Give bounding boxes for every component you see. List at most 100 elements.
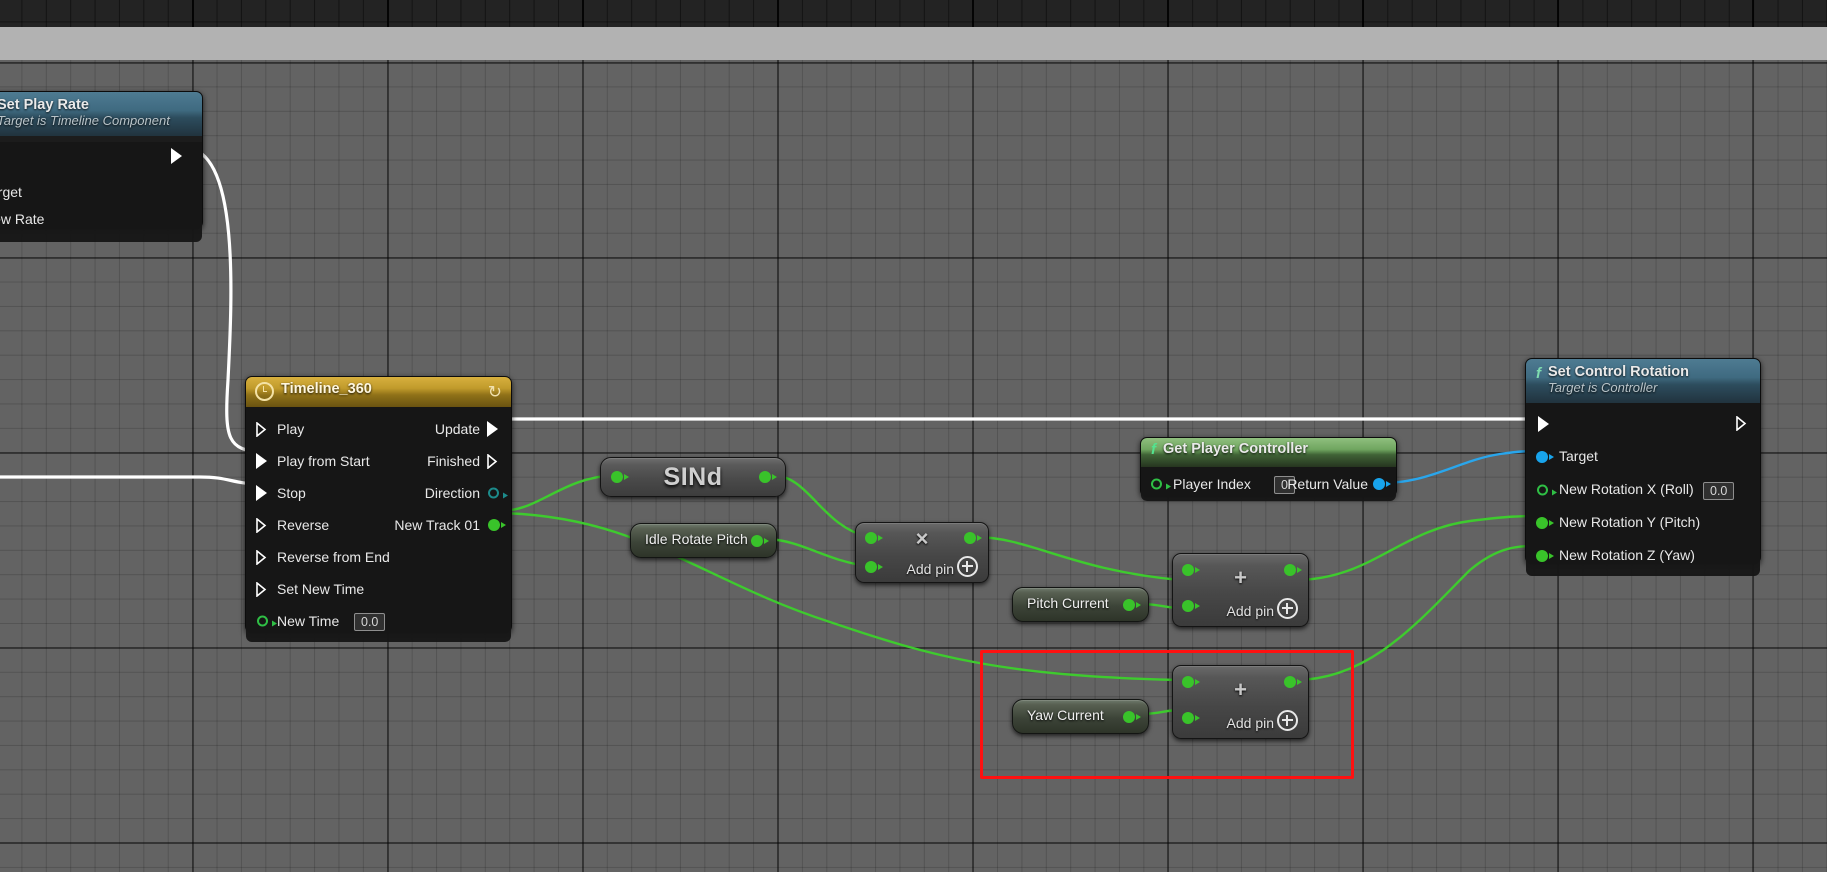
node-header[interactable]: Timeline_360 ↻ <box>246 377 511 407</box>
variable-name-label: Pitch Current <box>1027 595 1109 611</box>
pin-label: New Rotation X (Roll) <box>1559 481 1694 497</box>
exec-input-pin-set-new-time[interactable] <box>256 582 267 598</box>
exec-input-pin-reverse[interactable] <box>256 518 267 534</box>
node-sin-d[interactable]: SINd <box>600 457 786 497</box>
row-pitch: New Rotation Y (Pitch) <box>1526 506 1760 539</box>
add-pitch-output-pin[interactable] <box>1284 564 1302 576</box>
pin-label: Play <box>277 421 305 437</box>
add-pin-label[interactable]: Add pin <box>1227 603 1274 619</box>
idle-rotate-pitch-output-pin[interactable] <box>751 534 769 547</box>
variable-name-label: Yaw Current <box>1027 707 1104 723</box>
new-time-input-pin[interactable] <box>257 615 277 627</box>
node-subtitle: Target is Controller <box>1548 380 1658 395</box>
blueprint-graph-canvas[interactable]: f Set Play Rate Target is Timeline Compo… <box>0 0 1827 872</box>
exec-input-pin[interactable] <box>1538 416 1549 432</box>
multiply-input-b-pin[interactable] <box>865 561 883 573</box>
target-input-pin[interactable] <box>1536 450 1554 463</box>
add-pin-plus-icon[interactable] <box>1277 710 1298 731</box>
add-pin-label[interactable]: Add pin <box>1227 715 1274 731</box>
node-header: f Set Control Rotation Target is Control… <box>1526 359 1760 403</box>
node-add-yaw[interactable]: + Add pin <box>1172 665 1309 739</box>
multiply-output-pin[interactable] <box>964 532 982 544</box>
pin-label: New Time <box>277 613 340 629</box>
loop-icon[interactable]: ↻ <box>488 384 502 401</box>
node-body: Player Index 0 Return Value <box>1141 467 1396 501</box>
row-stop: Stop Direction <box>246 477 511 509</box>
pin-label: Set New Time <box>277 581 365 597</box>
return-value-output-pin[interactable] <box>1373 478 1391 490</box>
exec-input-pin-stop[interactable] <box>256 485 267 501</box>
pin-label: New Track 01 <box>394 517 480 533</box>
function-f-icon: f <box>1536 365 1541 382</box>
variable-name-label: Idle Rotate Pitch <box>645 531 748 547</box>
row-target: Target <box>0 179 202 206</box>
node-body: Target New Rotation X (Roll) 0.0 New Rot… <box>1526 403 1760 576</box>
new-rotation-roll-input-pin[interactable] <box>1537 484 1557 495</box>
pin-label: Target <box>1559 448 1598 464</box>
new-rotation-yaw-input-pin[interactable] <box>1536 549 1554 562</box>
node-yaw-current[interactable]: Yaw Current <box>1012 699 1149 734</box>
row-player-index: Player Index 0 Return Value <box>1141 467 1396 501</box>
node-header: f Get Player Controller <box>1141 438 1396 467</box>
add-pin-plus-icon[interactable] <box>1277 598 1298 619</box>
pitch-current-output-pin[interactable] <box>1123 598 1141 611</box>
node-multiply[interactable]: × Add pin <box>855 522 989 583</box>
exec-output-pin[interactable] <box>1736 416 1747 432</box>
node-get-player-controller[interactable]: f Get Player Controller Player Index 0 R… <box>1140 437 1397 501</box>
pin-label: Reverse from End <box>277 549 390 565</box>
pin-label: Reverse <box>277 517 330 533</box>
node-pitch-current[interactable]: Pitch Current <box>1012 587 1149 622</box>
node-header: f Set Play Rate Target is Timeline Compo… <box>0 92 202 136</box>
function-f-icon: f <box>1151 441 1156 458</box>
pin-label: Return Value <box>1287 476 1368 492</box>
pin-label: New Rate <box>0 211 45 227</box>
pin-label: Update <box>434 421 480 437</box>
exec-output-pin-update[interactable] <box>487 421 498 437</box>
add-pin-plus-icon[interactable] <box>957 556 978 577</box>
node-add-pitch[interactable]: + Add pin <box>1172 553 1309 627</box>
sin-output-pin[interactable] <box>759 471 777 483</box>
add-pin-label[interactable]: Add pin <box>907 561 954 577</box>
node-title: Set Play Rate <box>0 97 89 113</box>
add-pitch-input-b-pin[interactable] <box>1182 600 1200 612</box>
node-timeline-360[interactable]: Timeline_360 ↻ Play Update Play from Sta… <box>245 376 512 642</box>
node-title: SINd <box>663 463 723 491</box>
yaw-current-output-pin[interactable] <box>1123 710 1141 723</box>
row-new-time: New Time 0.0 <box>246 605 511 637</box>
row-reverse: Reverse New Track 01 <box>246 509 511 541</box>
clock-icon <box>255 382 274 406</box>
node-idle-rotate-pitch[interactable]: Idle Rotate Pitch <box>630 523 777 558</box>
exec-input-pin-play[interactable] <box>256 422 267 438</box>
row-play-from-start: Play from Start Finished <box>246 445 511 477</box>
row-roll: New Rotation X (Roll) 0.0 <box>1526 473 1760 506</box>
node-title: Set Control Rotation <box>1548 364 1689 380</box>
top-light-band <box>0 27 1827 60</box>
node-set-control-rotation[interactable]: f Set Control Rotation Target is Control… <box>1525 358 1761 576</box>
pin-label: Target <box>0 184 22 200</box>
node-body: Play Update Play from Start Finished Sto… <box>246 407 511 642</box>
row-exec <box>0 142 202 170</box>
row-target: Target <box>1526 440 1760 473</box>
player-index-input-pin[interactable] <box>1151 478 1171 490</box>
new-time-value-field[interactable]: 0.0 <box>354 613 386 631</box>
exec-output-pin-finished[interactable] <box>487 454 498 470</box>
new-track-01-output-pin[interactable] <box>488 519 506 531</box>
pin-label: Finished <box>427 453 480 469</box>
new-rotation-roll-value-field[interactable]: 0.0 <box>1703 482 1735 500</box>
exec-input-pin-reverse-from-end[interactable] <box>256 550 267 566</box>
exec-output-pin[interactable] <box>171 148 182 164</box>
top-dark-grid-band <box>0 0 1827 27</box>
row-exec <box>1526 408 1760 440</box>
row-play: Play Update <box>246 413 511 445</box>
add-yaw-output-pin[interactable] <box>1284 676 1302 688</box>
exec-input-pin-play-from-start[interactable] <box>256 453 267 469</box>
pin-label: New Rotation Z (Yaw) <box>1559 547 1695 563</box>
add-yaw-input-b-pin[interactable] <box>1182 712 1200 724</box>
node-title: Get Player Controller <box>1163 441 1309 457</box>
node-body: Target New Rate <box>0 142 202 242</box>
pin-label: Direction <box>424 485 480 501</box>
new-rotation-pitch-input-pin[interactable] <box>1536 516 1554 529</box>
direction-output-pin[interactable] <box>488 487 508 499</box>
node-set-play-rate[interactable]: f Set Play Rate Target is Timeline Compo… <box>0 91 203 242</box>
node-subtitle: Target is Timeline Component <box>0 113 170 128</box>
